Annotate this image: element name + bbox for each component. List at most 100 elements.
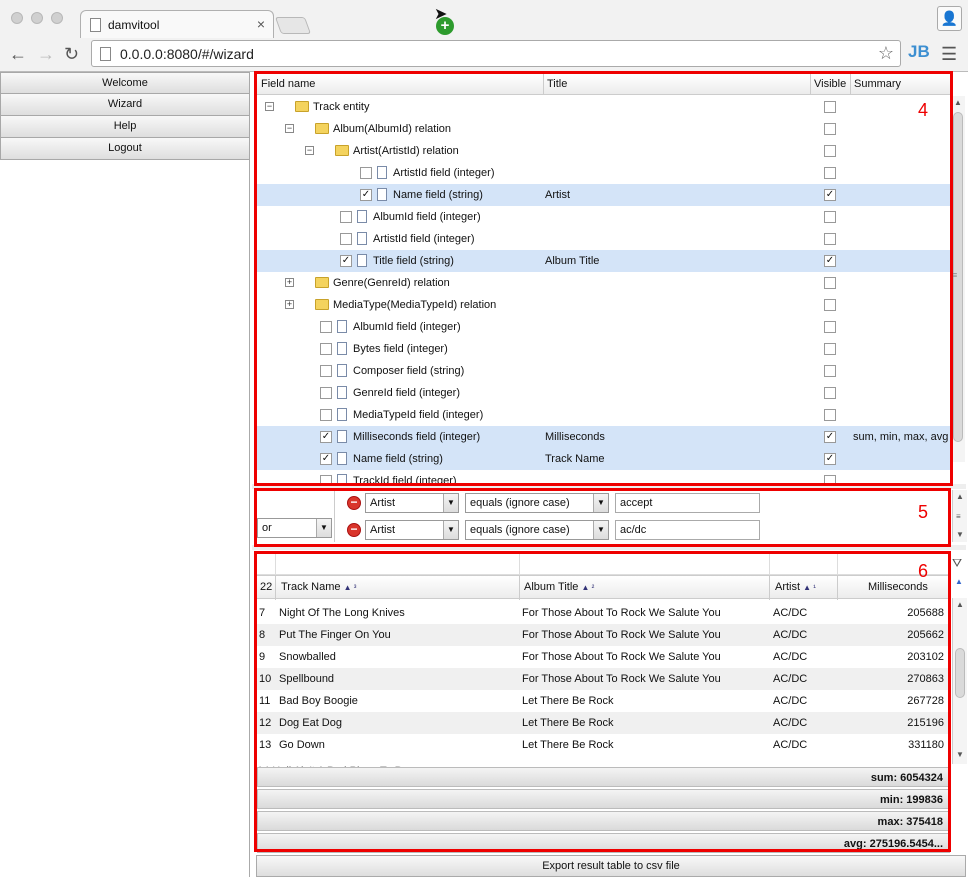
field-checkbox[interactable]: ✓ bbox=[320, 453, 332, 465]
browser-tab[interactable]: damvitool × bbox=[80, 10, 274, 38]
condition-2-field-select[interactable]: Artist ▼ bbox=[365, 520, 459, 540]
tree-row[interactable]: ✓ Title field (string) Album Title ✓ bbox=[257, 250, 950, 272]
visible-checkbox[interactable]: ✓ bbox=[824, 431, 836, 443]
table-row[interactable]: 7 Night Of The Long Knives For Those About… bbox=[257, 602, 950, 624]
expand-icon[interactable]: + bbox=[285, 300, 294, 309]
expand-icon[interactable]: + bbox=[285, 278, 294, 287]
tree-row[interactable]: − Album(AlbumId) relation bbox=[257, 118, 950, 140]
tree-row[interactable]: AlbumId field (integer) bbox=[257, 206, 950, 228]
field-checkbox[interactable] bbox=[320, 409, 332, 421]
visible-checkbox[interactable] bbox=[824, 299, 836, 311]
visible-checkbox[interactable]: ✓ bbox=[824, 189, 836, 201]
address-bar[interactable]: 0.0.0.0:8080/#/wizard ☆ bbox=[91, 40, 901, 67]
resize-grip[interactable]: ≡ bbox=[952, 270, 957, 280]
visible-checkbox[interactable] bbox=[824, 123, 836, 135]
results-scrollbar[interactable]: ▲ ▼ bbox=[952, 598, 967, 764]
table-row[interactable]: 12 Dog Eat Dog Let There Be Rock AC/DC 21519… bbox=[257, 712, 950, 734]
tree-row-title[interactable]: Album Title bbox=[545, 255, 599, 267]
header-field-name[interactable]: Field name bbox=[261, 78, 315, 90]
filter-scrollbar[interactable]: ▲ ≡ ▼ bbox=[952, 490, 967, 542]
column-artist[interactable]: Artist ▲ ¹ bbox=[775, 581, 816, 593]
tree-row-title[interactable]: Milliseconds bbox=[545, 431, 605, 443]
table-row[interactable]: 11 Bad Boy Boogie Let There Be Rock AC/DC 26… bbox=[257, 690, 950, 712]
field-checkbox[interactable]: ✓ bbox=[320, 431, 332, 443]
tree-row[interactable]: MediaTypeId field (integer) bbox=[257, 404, 950, 426]
menu-icon[interactable]: ☰ bbox=[941, 44, 957, 65]
tree-row[interactable]: GenreId field (integer) bbox=[257, 382, 950, 404]
field-checkbox[interactable]: ✓ bbox=[360, 189, 372, 201]
field-checkbox[interactable]: ✓ bbox=[340, 255, 352, 267]
tree-row[interactable]: ✓ Name field (string) Artist ✓ bbox=[257, 184, 950, 206]
collapse-icon[interactable]: − bbox=[285, 124, 294, 133]
bookmark-star-icon[interactable]: ☆ bbox=[878, 43, 894, 64]
table-row[interactable]: 9 Snowballed For Those About To Rock We Sa… bbox=[257, 646, 950, 668]
maximize-window-button[interactable] bbox=[51, 12, 63, 24]
tree-row[interactable]: ArtistId field (integer) bbox=[257, 162, 950, 184]
sidebar-item-logout[interactable]: Logout bbox=[0, 138, 250, 160]
tree-row-summary[interactable]: sum, min, max, avg bbox=[853, 431, 948, 443]
tree-row-title[interactable]: Artist bbox=[545, 189, 570, 201]
extension-jb-icon[interactable]: JB bbox=[908, 42, 930, 62]
field-checkbox[interactable] bbox=[320, 321, 332, 333]
new-tab-button[interactable] bbox=[274, 17, 312, 34]
tree-row[interactable]: + Genre(GenreId) relation bbox=[257, 272, 950, 294]
tree-row[interactable]: AlbumId field (integer) bbox=[257, 316, 950, 338]
sidebar-item-wizard[interactable]: Wizard bbox=[0, 94, 250, 116]
url-text[interactable]: 0.0.0.0:8080/#/wizard bbox=[120, 46, 254, 62]
sort-icon[interactable]: ▲ bbox=[955, 577, 963, 586]
visible-checkbox[interactable] bbox=[824, 365, 836, 377]
field-checkbox[interactable] bbox=[320, 343, 332, 355]
visible-checkbox[interactable] bbox=[824, 233, 836, 245]
header-summary[interactable]: Summary bbox=[854, 78, 901, 90]
visible-checkbox[interactable] bbox=[824, 145, 836, 157]
column-track-name[interactable]: Track Name ▲ ³ bbox=[281, 581, 356, 593]
visible-checkbox[interactable] bbox=[824, 167, 836, 179]
header-title[interactable]: Title bbox=[547, 78, 567, 90]
logic-select[interactable]: or ▼ bbox=[257, 518, 332, 538]
visible-checkbox[interactable] bbox=[824, 101, 836, 113]
field-checkbox[interactable] bbox=[360, 167, 372, 179]
field-checkbox[interactable] bbox=[320, 475, 332, 484]
tree-row[interactable]: ✓ Milliseconds field (integer) Millisecond… bbox=[257, 426, 950, 448]
column-milliseconds[interactable]: Milliseconds bbox=[868, 581, 928, 593]
condition-2-value-input[interactable]: ac/dc bbox=[615, 520, 760, 540]
visible-checkbox[interactable] bbox=[824, 343, 836, 355]
visible-checkbox[interactable] bbox=[824, 475, 836, 484]
visible-checkbox[interactable] bbox=[824, 211, 836, 223]
splitter-bottom[interactable]: ····· bbox=[252, 543, 966, 551]
sidebar-item-welcome[interactable]: Welcome bbox=[0, 72, 250, 94]
tree-row[interactable]: − Artist(ArtistId) relation bbox=[257, 140, 950, 162]
field-checkbox[interactable] bbox=[320, 387, 332, 399]
condition-2-operator-select[interactable]: equals (ignore case) ▼ bbox=[465, 520, 609, 540]
collapse-icon[interactable]: − bbox=[305, 146, 314, 155]
field-checkbox[interactable] bbox=[340, 233, 352, 245]
tree-row[interactable]: − Track entity bbox=[257, 96, 950, 118]
visible-checkbox[interactable]: ✓ bbox=[824, 255, 836, 267]
condition-1-field-select[interactable]: Artist ▼ bbox=[365, 493, 459, 513]
close-window-button[interactable] bbox=[11, 12, 23, 24]
export-csv-button[interactable]: Export result table to csv file bbox=[256, 855, 966, 877]
visible-checkbox[interactable]: ✓ bbox=[824, 453, 836, 465]
visible-checkbox[interactable] bbox=[824, 387, 836, 399]
column-album-title[interactable]: Album Title ▲ ² bbox=[524, 581, 594, 593]
tree-row[interactable]: ArtistId field (integer) bbox=[257, 228, 950, 250]
tree-row[interactable]: ✓ Name field (string) Track Name ✓ bbox=[257, 448, 950, 470]
remove-condition-2-button[interactable]: − bbox=[347, 523, 361, 537]
tree-row-title[interactable]: Track Name bbox=[545, 453, 605, 465]
tree-row[interactable]: Composer field (string) bbox=[257, 360, 950, 382]
remove-condition-1-button[interactable]: − bbox=[347, 496, 361, 510]
condition-1-value-input[interactable]: accept bbox=[615, 493, 760, 513]
table-row[interactable]: 10 Spellbound For Those About To Rock We S… bbox=[257, 668, 950, 690]
tree-row[interactable]: + MediaType(MediaTypeId) relation bbox=[257, 294, 950, 316]
tree-row[interactable]: Bytes field (integer) bbox=[257, 338, 950, 360]
filter-icon[interactable]: ⛛ bbox=[952, 556, 962, 571]
header-visible[interactable]: Visible bbox=[814, 78, 846, 90]
profile-icon[interactable]: 👤 bbox=[937, 6, 962, 31]
tab-close-icon[interactable]: × bbox=[257, 16, 265, 32]
table-row[interactable]: 8 Put The Finger On You For Those About To… bbox=[257, 624, 950, 646]
splitter-top[interactable]: ····· bbox=[252, 482, 966, 490]
collapse-icon[interactable]: − bbox=[265, 102, 274, 111]
sidebar-item-help[interactable]: Help bbox=[0, 116, 250, 138]
table-row[interactable]: 13 Go Down Let There Be Rock AC/DC 331180 bbox=[257, 734, 950, 756]
field-checkbox[interactable] bbox=[320, 365, 332, 377]
